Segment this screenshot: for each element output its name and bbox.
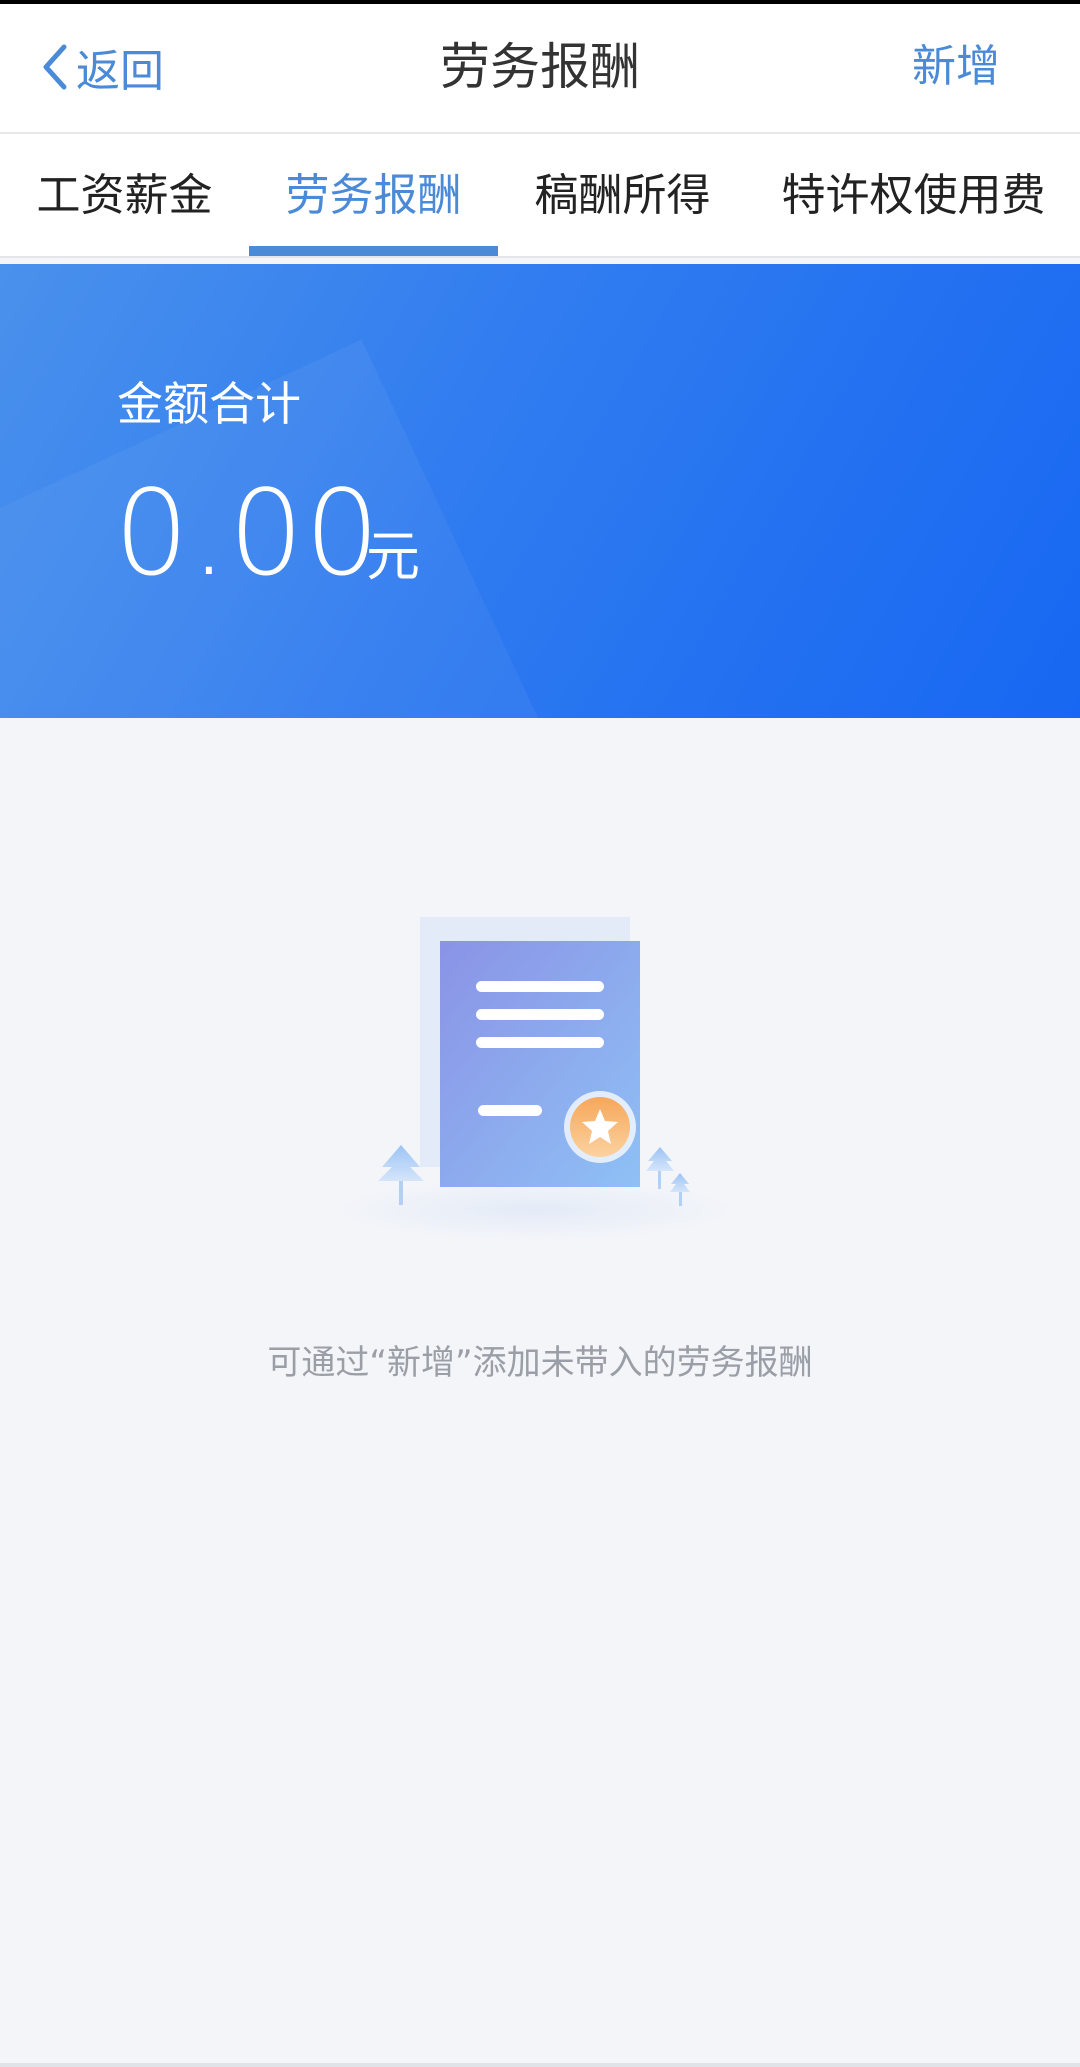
currency-unit: 元 (366, 525, 420, 588)
tab-author-remuneration[interactable]: 稿酬所得 (498, 134, 747, 256)
tab-royalties[interactable]: 特许权使用费 (747, 134, 1080, 256)
bottom-edge (0, 2063, 1080, 2067)
total-amount-label: 金额合计 (117, 377, 301, 431)
chevron-left-icon (43, 44, 67, 90)
document-star-icon (335, 917, 735, 1240)
navigation-bar: 返回 劳务报酬 新增 (0, 4, 1080, 134)
empty-state-message: 可通过“新增”添加未带入的劳务报酬 (267, 1343, 813, 1383)
tab-salary[interactable]: 工资薪金 (0, 134, 249, 256)
amount-summary-card: 金额合计 0.00 元 (0, 264, 1080, 718)
back-button[interactable]: 返回 (40, 32, 164, 102)
tab-labor-remuneration[interactable]: 劳务报酬 (249, 134, 498, 256)
back-label: 返回 (76, 46, 164, 97)
income-type-tabs: 工资薪金 劳务报酬 稿酬所得 特许权使用费 (0, 134, 1080, 258)
active-tab-indicator (249, 246, 498, 256)
total-amount-value: 0.00 (114, 464, 381, 602)
add-button[interactable]: 新增 (912, 32, 1000, 102)
